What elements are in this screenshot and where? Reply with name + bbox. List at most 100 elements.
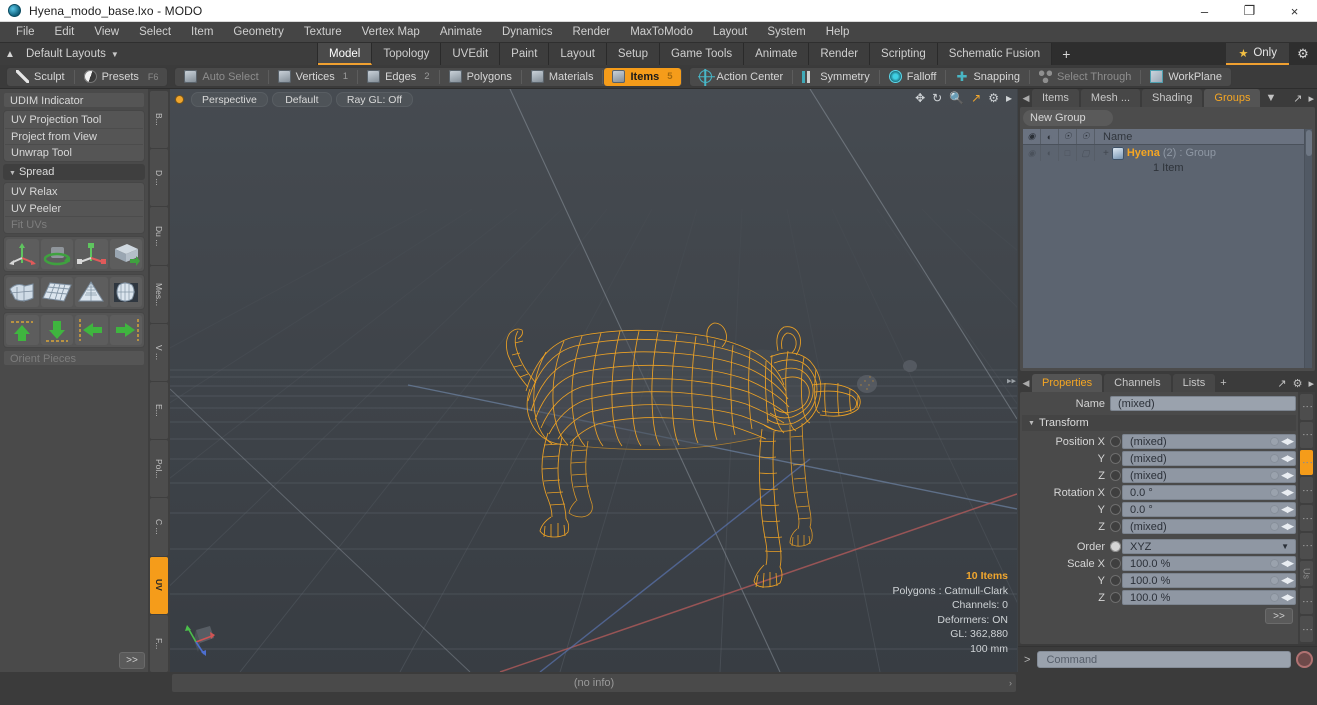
zoom-icon[interactable]: 🔍: [949, 91, 964, 105]
props-scroll-left-icon[interactable]: ◀: [1020, 378, 1032, 389]
property-anim-dot[interactable]: [1270, 471, 1279, 480]
property-toggle[interactable]: [1110, 521, 1121, 532]
properties-side-tab-2[interactable]: ⋮: [1300, 449, 1313, 476]
property-toggle[interactable]: [1110, 558, 1121, 569]
property-anim-dot[interactable]: [1270, 454, 1279, 463]
tool-button-falloff[interactable]: Falloff: [881, 68, 945, 86]
spread-section-header[interactable]: ▼ Spread: [3, 164, 145, 180]
maximize-properties-icon[interactable]: ↗: [1274, 377, 1289, 390]
property-spinner-arrows[interactable]: ◀▶: [1281, 453, 1294, 464]
tool-button-items[interactable]: Items 5: [604, 67, 681, 86]
menu-item-animate[interactable]: Animate: [430, 22, 492, 43]
menu-item-item[interactable]: Item: [181, 22, 223, 43]
select-icon[interactable]: ☉: [1077, 129, 1095, 144]
tool-button-workplane[interactable]: WorkPlane: [1142, 68, 1230, 86]
left-vtab-6[interactable]: Pol...: [150, 440, 168, 498]
property-spinner-arrows[interactable]: ◀▶: [1281, 558, 1294, 569]
name-field[interactable]: (mixed): [1110, 396, 1296, 411]
property-anim-dot[interactable]: [1270, 522, 1279, 531]
property-anim-dot[interactable]: [1270, 437, 1279, 446]
property-spinner-arrows[interactable]: ◀▶: [1281, 504, 1294, 515]
properties-side-tab-1[interactable]: ⋮: [1300, 421, 1313, 448]
layout-tab-scripting[interactable]: Scripting: [870, 43, 938, 65]
properties-side-tab-0[interactable]: ⋮: [1300, 394, 1313, 420]
uv-peel-icon[interactable]: [6, 277, 39, 307]
property-value-field[interactable]: 100.0 % ◀▶: [1122, 590, 1296, 605]
menu-item-vertex-map[interactable]: Vertex Map: [352, 22, 430, 43]
left-vtab-7[interactable]: C ...: [150, 498, 168, 556]
left-vtab-0[interactable]: B...: [150, 91, 168, 149]
layout-tab-uvedit[interactable]: UVEdit: [441, 43, 501, 65]
tool-button-edges[interactable]: Edges 2: [359, 68, 438, 86]
tree-scrollbar[interactable]: [1304, 129, 1312, 368]
property-value-field[interactable]: 100.0 % ◀▶: [1122, 556, 1296, 571]
property-toggle[interactable]: [1110, 504, 1121, 515]
property-anim-dot[interactable]: [1270, 576, 1279, 585]
maximize-panel-icon[interactable]: ↗: [1290, 92, 1305, 105]
tool-button-action-center[interactable]: Action Center: [691, 68, 792, 86]
gear-icon[interactable]: ⚙: [1289, 43, 1317, 65]
row-eye-icon[interactable]: ◉: [1023, 145, 1041, 161]
tool-button-presets[interactable]: Presets F6: [76, 68, 167, 86]
viewport-resize-handle[interactable]: ▸▸: [1007, 375, 1016, 386]
expand-icon[interactable]: +: [1103, 148, 1109, 159]
transform-section-header[interactable]: ▼ Transform: [1022, 415, 1296, 431]
left-vtab-8[interactable]: UV: [150, 556, 168, 614]
lock-icon[interactable]: ☉: [1059, 129, 1077, 144]
uv-peeler-item[interactable]: UV Peeler: [5, 200, 143, 216]
tool-button-sculpt[interactable]: Sculpt: [8, 68, 73, 86]
fit-uvs-item[interactable]: Fit UVs: [5, 216, 143, 232]
view-mode-button[interactable]: Perspective: [191, 91, 268, 107]
menu-item-select[interactable]: Select: [129, 22, 181, 43]
property-spinner-arrows[interactable]: ◀▶: [1281, 521, 1294, 532]
property-value-field[interactable]: (mixed) ◀▶: [1122, 451, 1296, 466]
tool-button-snapping[interactable]: ✚ Snapping: [947, 68, 1028, 86]
tool-button-symmetry[interactable]: Symmetry: [794, 68, 878, 86]
pan-icon[interactable]: ✥: [915, 91, 925, 105]
tree-row-hyena[interactable]: + Hyena (2) : Group: [1095, 145, 1304, 161]
layout-tab-paint[interactable]: Paint: [500, 43, 550, 65]
status-arrow-icon[interactable]: ›: [1009, 678, 1012, 688]
property-anim-dot[interactable]: [1270, 559, 1279, 568]
close-icon[interactable]: ×: [1272, 0, 1317, 22]
left-vtab-1[interactable]: D ...: [150, 149, 168, 207]
eye-icon[interactable]: ◉: [1023, 129, 1041, 144]
tool-button-auto-select[interactable]: Auto Select: [176, 68, 266, 86]
property-spinner-arrows[interactable]: ◀▶: [1281, 470, 1294, 481]
tab-scroll-left-icon[interactable]: ◀: [1020, 93, 1032, 104]
maximize-icon[interactable]: ❐: [1227, 0, 1272, 22]
menu-item-edit[interactable]: Edit: [45, 22, 85, 43]
tab-dropdown-icon[interactable]: ▼: [1262, 92, 1279, 104]
move-axis-icon[interactable]: [6, 239, 39, 269]
property-value-field[interactable]: 0.0 ° ◀▶: [1122, 485, 1296, 500]
left-vtab-9[interactable]: F...: [150, 614, 168, 673]
properties-side-tab-8[interactable]: ⋮: [1300, 616, 1313, 643]
uv-relax-item[interactable]: UV Relax: [5, 184, 143, 200]
rotate-icon[interactable]: [40, 239, 73, 269]
drop-to-floor-icon[interactable]: [109, 239, 142, 269]
project-from-view-item[interactable]: Project from View: [5, 128, 143, 144]
layout-tab-schematic-fusion[interactable]: Schematic Fusion: [937, 43, 1053, 65]
property-value-field[interactable]: (mixed) ◀▶: [1122, 434, 1296, 449]
tool-button-vertices[interactable]: Vertices 1: [270, 68, 356, 86]
layout-tab-model[interactable]: Model: [318, 43, 373, 65]
menu-item-geometry[interactable]: Geometry: [223, 22, 294, 43]
property-spinner-arrows[interactable]: ◀▶: [1281, 487, 1294, 498]
align-up-icon[interactable]: [6, 315, 39, 345]
property-spinner-arrows[interactable]: ◀▶: [1281, 592, 1294, 603]
property-spinner-arrows[interactable]: ◀▶: [1281, 575, 1294, 586]
align-right-icon[interactable]: [109, 315, 142, 345]
right-tab-groups[interactable]: Groups: [1204, 89, 1261, 107]
property-toggle[interactable]: [1110, 453, 1121, 464]
default-layouts-selector[interactable]: ▲ Default Layouts ▼: [0, 43, 318, 65]
properties-side-tab-3[interactable]: ⋮: [1300, 477, 1313, 504]
property-anim-dot[interactable]: [1270, 488, 1279, 497]
row-render-icon[interactable]: ◐: [1041, 145, 1059, 161]
property-toggle[interactable]: [1110, 592, 1121, 603]
menu-item-file[interactable]: File: [6, 22, 45, 43]
right-tab-mesh[interactable]: Mesh ...: [1080, 89, 1141, 107]
menu-item-maxtomodo[interactable]: MaxToModo: [620, 22, 703, 43]
properties-side-tab-5[interactable]: ⋮: [1300, 532, 1313, 559]
right-tab-items[interactable]: Items: [1032, 89, 1079, 107]
new-group-button[interactable]: New Group: [1023, 110, 1113, 126]
